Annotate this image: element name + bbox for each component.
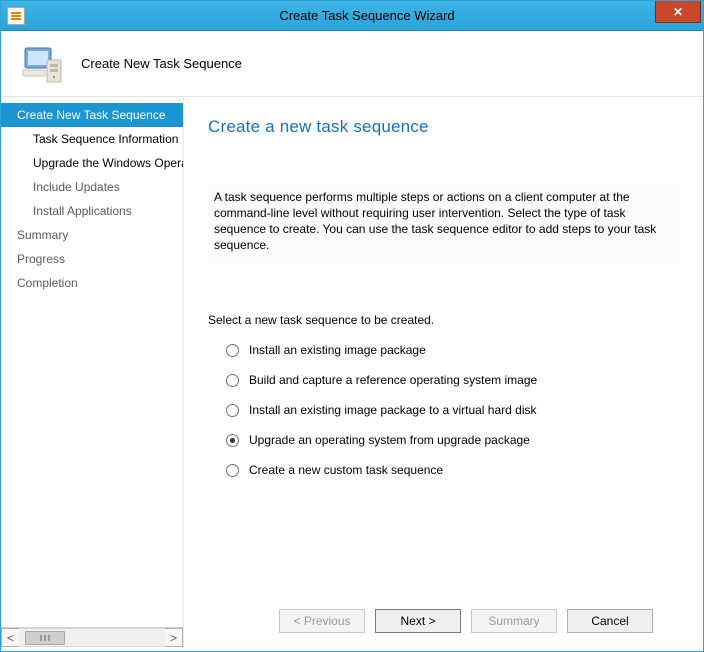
nav-item-label: Upgrade the Windows Operating System [33, 156, 183, 170]
nav-item-label: Include Updates [33, 180, 120, 194]
radio-icon [226, 344, 239, 357]
radio-icon [226, 374, 239, 387]
titlebar[interactable]: Create Task Sequence Wizard ✕ [1, 1, 703, 31]
chevron-left-icon: < [7, 631, 14, 645]
nav-item-5[interactable]: Summary [1, 223, 183, 247]
nav-item-2[interactable]: Upgrade the Windows Operating System [1, 151, 183, 175]
wizard-body: Create New Task Sequence Task Sequence In… [1, 97, 703, 647]
scroll-left-button[interactable]: < [1, 628, 19, 647]
nav-item-6[interactable]: Progress [1, 247, 183, 271]
scroll-track[interactable] [19, 628, 165, 647]
nav-item-1[interactable]: Task Sequence Information [1, 127, 183, 151]
wizard-header-text: Create New Task Sequence [81, 56, 242, 71]
app-icon [7, 7, 25, 25]
options-group: Install an existing image package Build a… [208, 343, 679, 477]
option-1[interactable]: Build and capture a reference operating … [226, 373, 679, 387]
wizard-footer: < Previous Next > Summary Cancel [208, 593, 679, 647]
select-prompt: Select a new task sequence to be created… [208, 313, 679, 327]
horizontal-scrollbar[interactable]: < > [1, 627, 183, 647]
nav-item-7[interactable]: Completion [1, 271, 183, 295]
option-3[interactable]: Upgrade an operating system from upgrade… [226, 433, 679, 447]
nav-item-label: Progress [17, 252, 65, 266]
option-label: Install an existing image package [249, 343, 426, 357]
option-label: Upgrade an operating system from upgrade… [249, 433, 530, 447]
wizard-header: Create New Task Sequence [1, 31, 703, 97]
window-title: Create Task Sequence Wizard [31, 8, 703, 23]
radio-icon [226, 404, 239, 417]
chevron-right-icon: > [170, 631, 177, 645]
nav-item-3[interactable]: Include Updates [1, 175, 183, 199]
radio-icon [226, 464, 239, 477]
scroll-right-button[interactable]: > [165, 628, 183, 647]
option-4[interactable]: Create a new custom task sequence [226, 463, 679, 477]
option-label: Create a new custom task sequence [249, 463, 443, 477]
nav-item-label: Summary [17, 228, 68, 242]
nav-list: Create New Task Sequence Task Sequence In… [1, 97, 183, 627]
close-button[interactable]: ✕ [655, 1, 701, 23]
option-label: Build and capture a reference operating … [249, 373, 537, 387]
previous-button: < Previous [279, 609, 365, 633]
nav-item-label: Install Applications [33, 204, 132, 218]
cancel-button[interactable]: Cancel [567, 609, 653, 633]
option-label: Install an existing image package to a v… [249, 403, 537, 417]
computer-icon [19, 40, 67, 88]
scroll-thumb[interactable] [25, 631, 65, 645]
close-icon: ✕ [673, 5, 683, 19]
nav-item-4[interactable]: Install Applications [1, 199, 183, 223]
wizard-window: Create Task Sequence Wizard ✕ Create New… [0, 0, 704, 652]
option-2[interactable]: Install an existing image package to a v… [226, 403, 679, 417]
sidebar: Create New Task Sequence Task Sequence In… [1, 97, 184, 647]
next-button[interactable]: Next > [375, 609, 461, 633]
summary-button: Summary [471, 609, 557, 633]
nav-item-0[interactable]: Create New Task Sequence [1, 103, 183, 127]
nav-item-label: Completion [17, 276, 78, 290]
option-0[interactable]: Install an existing image package [226, 343, 679, 357]
radio-icon [226, 434, 239, 447]
nav-item-label: Create New Task Sequence [17, 108, 166, 122]
page-title: Create a new task sequence [208, 117, 679, 137]
content-pane: Create a new task sequence A task sequen… [184, 97, 703, 647]
nav-item-label: Task Sequence Information [33, 132, 178, 146]
description-text: A task sequence performs multiple steps … [208, 185, 679, 263]
